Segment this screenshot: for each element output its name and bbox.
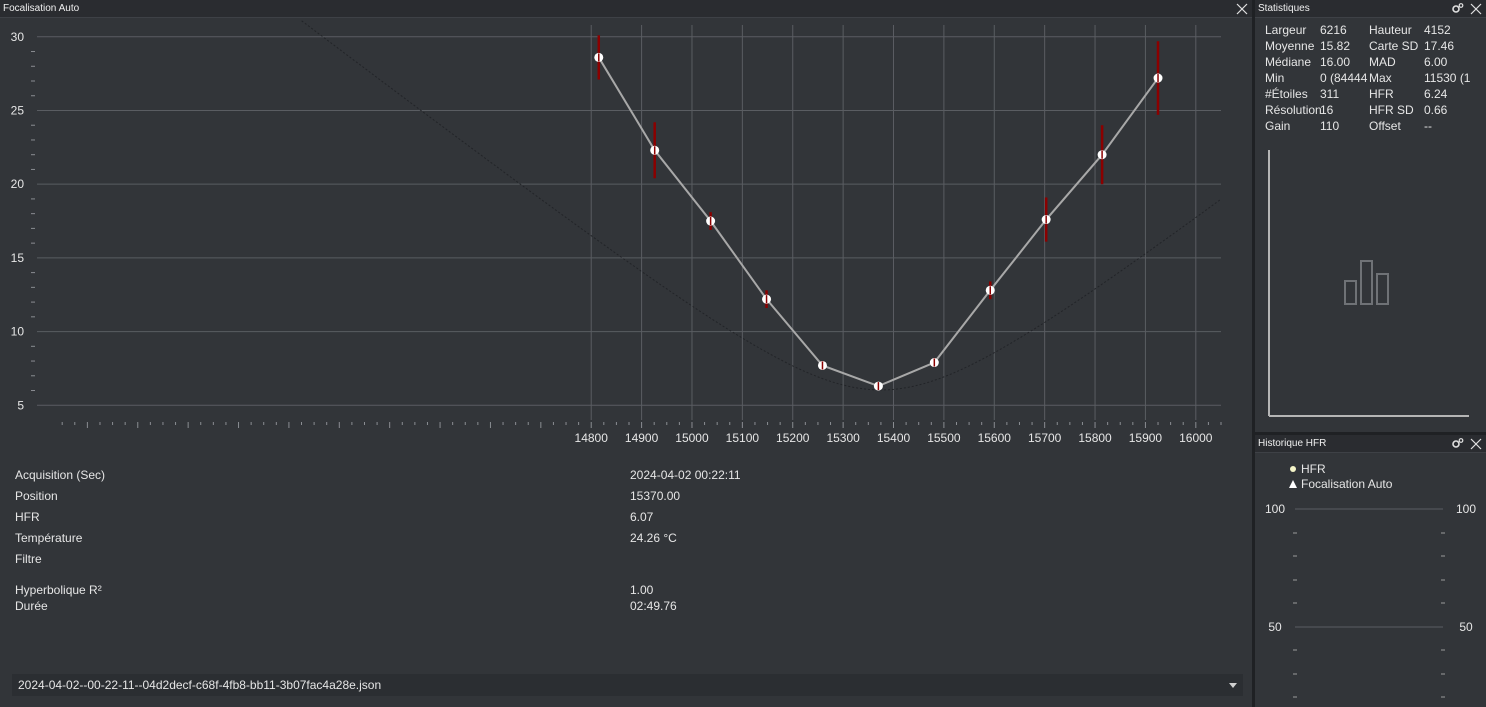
legend-item-autofocus[interactable]: Focalisation Auto [1289, 477, 1393, 491]
info-label: Acquisition (Sec) [15, 468, 106, 482]
x-tick-label: 15600 [978, 431, 1012, 445]
legend-label: Focalisation Auto [1301, 477, 1393, 491]
y-tick-label: 25 [11, 103, 25, 117]
stat-label: Hauteur [1369, 23, 1412, 37]
stat-value: 16 [1320, 103, 1334, 117]
stat-label: Carte SD [1369, 39, 1419, 53]
info-row: Acquisition (Sec) 2024-04-02 00:22:11 [0, 468, 1000, 484]
stat-value: 0 (84444 [1320, 71, 1368, 85]
hfr-history-panel: Historique HFR HFR Focalisation Auto 100… [1255, 435, 1486, 707]
settings-icon[interactable] [1451, 437, 1464, 450]
stat-value: 6.24 [1424, 87, 1448, 101]
x-tick-label: 15700 [1028, 431, 1062, 445]
x-tick-label: 14900 [625, 431, 659, 445]
axis-tick-label: 100 [1456, 502, 1476, 516]
stat-label: Max [1369, 71, 1392, 85]
hfr-history-panel-title: Historique HFR [1258, 438, 1327, 449]
info-value: 1.00 [630, 583, 654, 597]
info-row: Filtre [0, 552, 1000, 568]
axis-tick-label: 50 [1459, 620, 1473, 634]
hfr-history-chart: 100 50 100 50 [1265, 502, 1476, 698]
info-value: 6.07 [630, 510, 654, 524]
stat-label: HFR [1369, 87, 1394, 101]
histogram [1268, 150, 1469, 417]
axis-tick-label: 50 [1268, 620, 1282, 634]
info-label: HFR [15, 510, 40, 524]
x-tick-label: 16000 [1179, 431, 1213, 445]
info-label: Hyperbolique R² [15, 583, 102, 597]
info-value: 15370.00 [630, 489, 681, 503]
dot-marker-icon [1290, 466, 1296, 472]
stat-label: Min [1265, 71, 1285, 85]
info-row: HFR 6.07 [0, 510, 1000, 526]
autofocus-chart: 14800 14900 15000 15100 15200 15300 15400 15500… [11, 20, 1222, 445]
settings-icon[interactable] [1451, 2, 1464, 15]
y-tick-label: 30 [11, 30, 25, 44]
info-row: Durée 02:49.76 [0, 599, 1000, 615]
stat-label: Largeur [1265, 23, 1307, 37]
stat-value: 6216 [1320, 23, 1347, 37]
autofocus-panel: Focalisation Auto 14800 14900 15000 15100 15… [0, 0, 1252, 707]
info-value: 02:49.76 [630, 599, 677, 613]
stat-value: 17.46 [1424, 39, 1455, 53]
stat-label: MAD [1369, 55, 1396, 69]
x-tick-label: 14800 [575, 431, 609, 445]
x-tick-label: 15000 [675, 431, 709, 445]
stat-label: Médiane [1265, 55, 1312, 69]
triangle-marker-icon [1289, 480, 1297, 488]
stat-value: 11530 (1 [1424, 71, 1471, 85]
close-icon[interactable] [1235, 2, 1249, 16]
stat-value: 16.00 [1320, 55, 1351, 69]
info-label: Filtre [15, 552, 42, 566]
file-select-value: 2024-04-02--00-22-11--04d2decf-c68f-4fb8… [18, 678, 382, 692]
info-row: Position 15370.00 [0, 489, 1000, 505]
x-tick-label: 15800 [1078, 431, 1112, 445]
x-tick-label: 15500 [927, 431, 961, 445]
y-tick-label: 20 [11, 177, 25, 191]
x-tick-label: 15300 [826, 431, 860, 445]
x-tick-label: 15200 [776, 431, 810, 445]
info-label: Durée [15, 599, 48, 613]
info-label: Position [15, 489, 58, 503]
info-value: 24.26 °C [630, 531, 677, 545]
stat-label: Résolution [1265, 103, 1321, 117]
stat-value: 311 [1320, 87, 1340, 101]
y-tick-label: 5 [17, 398, 24, 412]
statistics-panel-header: Statistiques [1255, 0, 1486, 18]
chevron-down-icon[interactable] [1229, 683, 1237, 688]
axis-tick-label: 100 [1265, 502, 1285, 516]
stat-value: 110 [1320, 119, 1340, 133]
y-tick-label: 15 [11, 251, 25, 265]
statistics-panel-title: Statistiques [1258, 3, 1310, 14]
autofocus-file-select[interactable]: 2024-04-02--00-22-11--04d2decf-c68f-4fb8… [12, 674, 1243, 696]
info-row: Hyperbolique R² 1.00 [0, 583, 1000, 599]
info-value: 2024-04-02 00:22:11 [630, 468, 741, 482]
stat-value: 4152 [1424, 23, 1451, 37]
stat-value: 0.66 [1424, 103, 1448, 117]
stat-label: Gain [1265, 119, 1291, 133]
info-row: Température 24.26 °C [0, 531, 1000, 547]
legend-item-hfr[interactable]: HFR [1290, 462, 1326, 476]
stat-label: HFR SD [1369, 103, 1414, 117]
info-label: Température [15, 531, 83, 545]
autofocus-panel-header: Focalisation Auto [0, 0, 1252, 18]
stat-value: -- [1424, 119, 1432, 133]
x-tick-label: 15100 [726, 431, 760, 445]
hfr-history-panel-header: Historique HFR [1255, 435, 1486, 453]
histogram-placeholder-icon [1344, 260, 1389, 305]
statistics-panel: Statistiques Largeur 6216 Hauteur 4152 Moyen… [1255, 0, 1486, 432]
stat-value: 6.00 [1424, 55, 1448, 69]
stat-label: Moyenne [1265, 39, 1315, 53]
close-icon[interactable] [1469, 2, 1483, 16]
legend-label: HFR [1301, 462, 1326, 476]
stat-label: Offset [1369, 119, 1401, 133]
stat-value: 15.82 [1320, 39, 1351, 53]
autofocus-panel-title: Focalisation Auto [3, 3, 80, 14]
y-tick-label: 10 [11, 325, 25, 339]
x-tick-label: 15900 [1129, 431, 1163, 445]
x-tick-label: 15400 [877, 431, 911, 445]
close-icon[interactable] [1469, 437, 1483, 451]
stat-label: #Étoiles [1265, 87, 1308, 101]
